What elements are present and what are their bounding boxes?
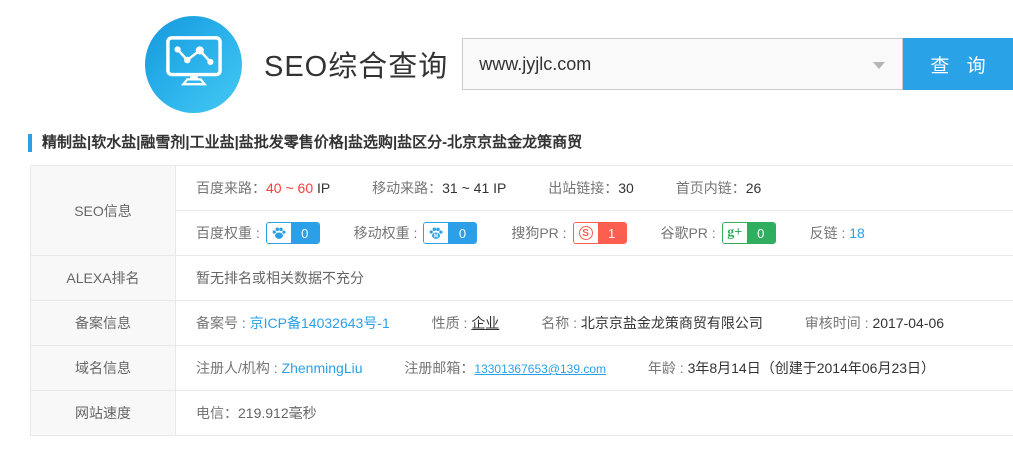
- search-box: [462, 38, 903, 90]
- alexa-cell: 暂无排名或相关数据不充分: [176, 256, 1013, 301]
- domain-cell: 注册人/机构 : ZhenmingLiu 注册邮箱：13301367653@13…: [176, 346, 1013, 391]
- speed-value: 219.912毫秒: [238, 405, 317, 421]
- chevron-down-icon[interactable]: [873, 62, 885, 69]
- table-row-domain: 域名信息 注册人/机构 : ZhenmingLiu 注册邮箱：133013676…: [31, 346, 1013, 391]
- google-pr-value: 0: [747, 223, 775, 243]
- google-pr-badge[interactable]: g+ 0: [722, 222, 776, 244]
- page-title: SEO综合查询: [264, 43, 448, 85]
- homepage-inner-links: 首页内链：26: [676, 180, 762, 196]
- mobile-traffic: 移动来路：31 ~ 41 IP: [372, 180, 506, 196]
- sogou-icon: S: [574, 223, 598, 243]
- baidu-weight-badge[interactable]: 0: [266, 222, 320, 244]
- seo-weight-cell: 百度权重 : 0 移动权重 : M 0 搜狗PR :: [176, 211, 1013, 256]
- domain-registrant: 注册人/机构 : ZhenmingLiu: [196, 360, 363, 376]
- table-row-speed: 网站速度 电信：219.912毫秒: [31, 391, 1013, 436]
- domain-age: 年龄 : 3年8月14日（创建于2014年06月23日）: [648, 360, 935, 376]
- mobile-weight: 移动权重 : M 0: [354, 222, 478, 244]
- mobile-weight-value: 0: [448, 223, 476, 243]
- seo-info-table: SEO信息 百度来路：40 ~ 60 IP 移动来路：31 ~ 41 IP 出站…: [30, 165, 1013, 436]
- icp-nature: 性质 : 企业: [432, 315, 500, 331]
- mobile-paw-icon: M: [424, 223, 448, 243]
- row-label-icp: 备案信息: [31, 301, 176, 346]
- baidu-weight: 百度权重 : 0: [196, 222, 320, 244]
- row-label-domain: 域名信息: [31, 346, 176, 391]
- header: SEO综合查询 查 询: [0, 0, 1013, 112]
- icp-number-link[interactable]: 京ICP备14032643号-1: [250, 315, 390, 331]
- icp-nature-value[interactable]: 企业: [471, 315, 499, 331]
- icp-company-name: 名称 : 北京京盐金龙策商贸有限公司: [541, 315, 763, 331]
- svg-text:M: M: [434, 234, 439, 240]
- domain-search-input[interactable]: [462, 38, 903, 90]
- domain-age-value: 3年8月14日（创建于2014年06月23日）: [688, 360, 935, 376]
- icp-number: 备案号 : 京ICP备14032643号-1: [196, 315, 390, 331]
- icp-cell: 备案号 : 京ICP备14032643号-1 性质 : 企业 名称 : 北京京盐…: [176, 301, 1013, 346]
- row-label-seo: SEO信息: [31, 166, 176, 256]
- sogou-pr-badge[interactable]: S 1: [573, 222, 627, 244]
- query-button[interactable]: 查 询: [903, 38, 1013, 90]
- backlinks-value[interactable]: 18: [849, 225, 865, 241]
- mobile-traffic-value: 31 ~ 41: [442, 180, 489, 196]
- outbound-links: 出站链接：30: [548, 180, 634, 196]
- table-row-icp: 备案信息 备案号 : 京ICP备14032643号-1 性质 : 企业 名称 :…: [31, 301, 1013, 346]
- icp-audit-time: 审核时间 : 2017-04-06: [805, 315, 944, 331]
- row-label-alexa: ALEXA排名: [31, 256, 176, 301]
- seo-tool-logo: [145, 16, 242, 113]
- outbound-links-value: 30: [618, 180, 634, 196]
- domain-email-link[interactable]: 13301367653@139.com: [474, 362, 606, 376]
- icp-audit-time-value: 2017-04-06: [872, 315, 944, 331]
- domain-registrant-link[interactable]: ZhenmingLiu: [282, 360, 363, 376]
- speed-cell: 电信：219.912毫秒: [176, 391, 1013, 436]
- seo-traffic-cell: 百度来路：40 ~ 60 IP 移动来路：31 ~ 41 IP 出站链接：30 …: [176, 166, 1013, 211]
- baidu-weight-value: 0: [291, 223, 319, 243]
- monitor-chart-icon: [164, 34, 224, 95]
- homepage-inner-links-value: 26: [746, 180, 762, 196]
- google-plus-icon: g+: [723, 223, 747, 243]
- backlinks: 反链 : 18: [810, 223, 865, 243]
- sogou-pr-value: 1: [598, 223, 626, 243]
- search-group: 查 询: [462, 38, 1013, 90]
- speed-carrier-label: 电信：: [196, 405, 238, 421]
- google-pr: 谷歌PR : g+ 0: [660, 222, 775, 244]
- alexa-status-text: 暂无排名或相关数据不充分: [196, 270, 364, 286]
- icp-company-name-value: 北京京盐金龙策商贸有限公司: [581, 315, 763, 331]
- baidu-paw-icon: [267, 223, 291, 243]
- queried-site-title: 精制盐|软水盐|融雪剂|工业盐|盐批发零售价格|盐选购|盐区分-北京京盐金龙策商…: [28, 134, 1013, 152]
- table-row-alexa: ALEXA排名 暂无排名或相关数据不充分: [31, 256, 1013, 301]
- table-row-seo-2: 百度权重 : 0 移动权重 : M 0 搜狗PR :: [31, 211, 1013, 256]
- domain-email: 注册邮箱：13301367653@139.com: [404, 360, 606, 376]
- baidu-traffic-value: 40 ~ 60: [266, 180, 313, 196]
- baidu-traffic: 百度来路：40 ~ 60 IP: [196, 180, 330, 196]
- table-row-seo-1: SEO信息 百度来路：40 ~ 60 IP 移动来路：31 ~ 41 IP 出站…: [31, 166, 1013, 211]
- row-label-speed: 网站速度: [31, 391, 176, 436]
- sogou-pr: 搜狗PR : S 1: [511, 222, 626, 244]
- mobile-weight-badge[interactable]: M 0: [423, 222, 477, 244]
